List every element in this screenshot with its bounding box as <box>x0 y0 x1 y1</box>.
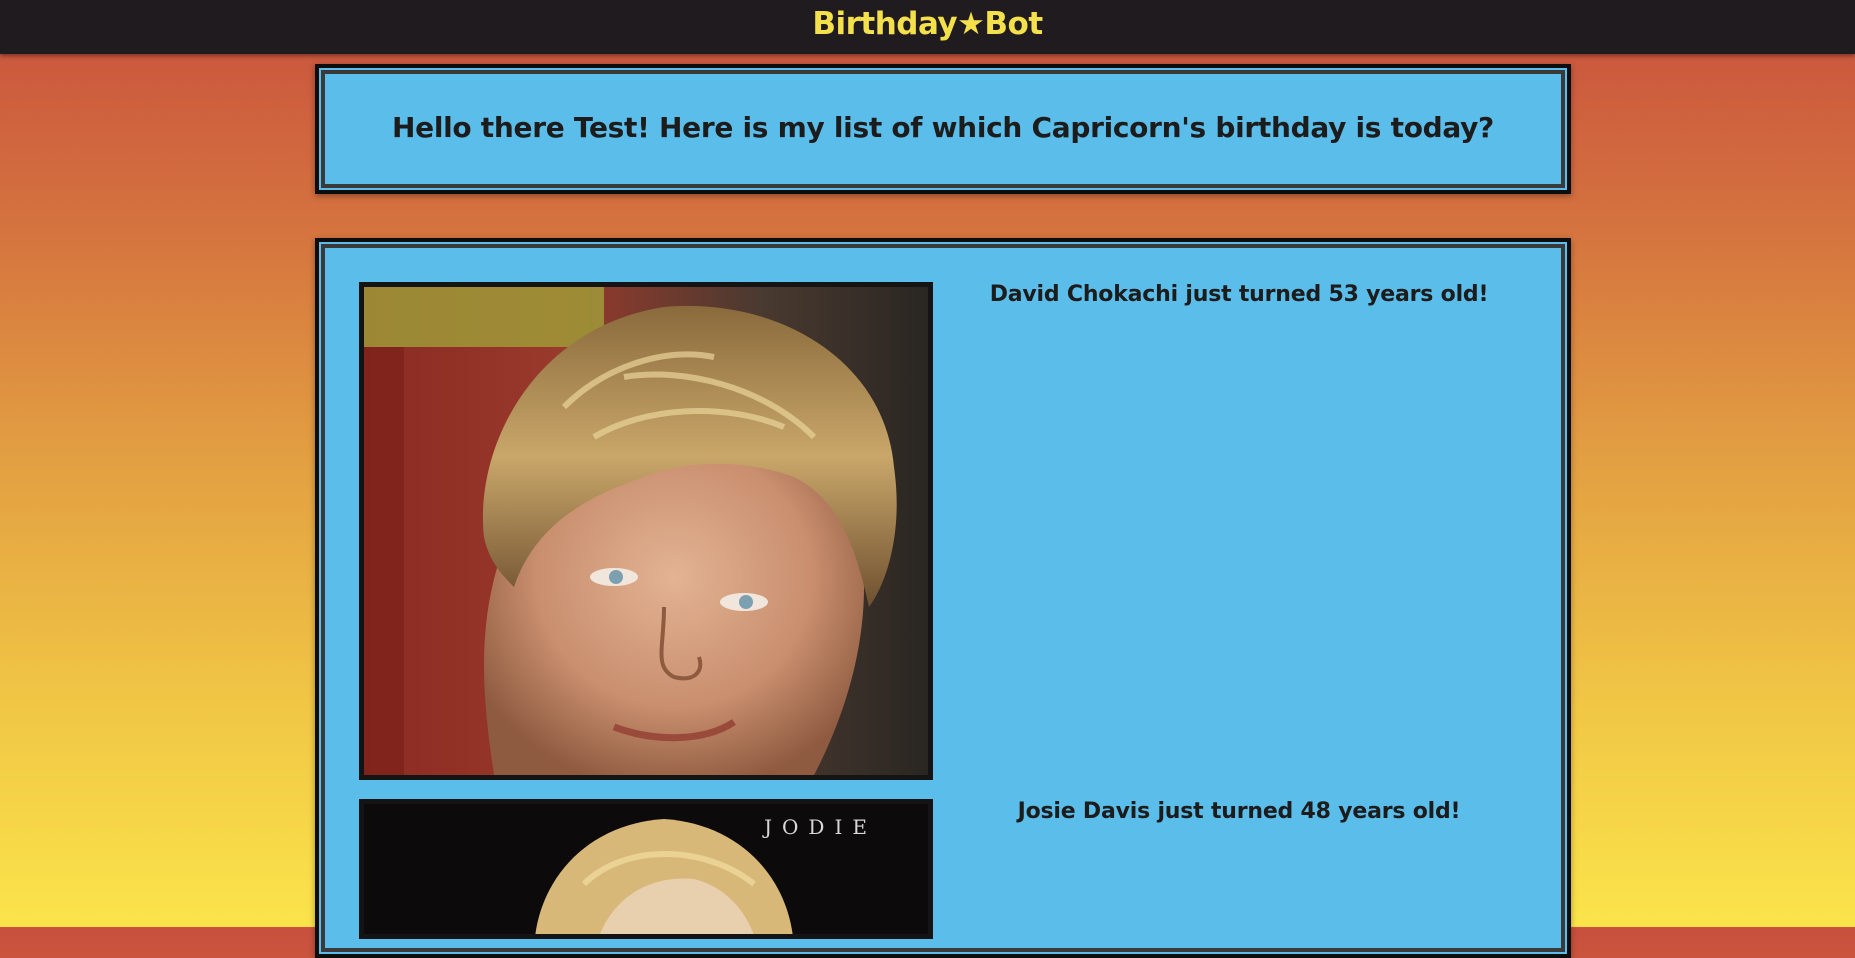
birthday-caption: David Chokachi just turned 53 years old! <box>989 282 1489 307</box>
brand-logo[interactable]: Birthday★Bot <box>812 4 1043 44</box>
birthday-list-card: David Chokachi just turned 53 years old!… <box>315 238 1571 958</box>
greeting-text: Hello there Test! Here is my list of whi… <box>392 111 1494 144</box>
portrait-image <box>364 287 928 775</box>
birthday-caption: Josie Davis just turned 48 years old! <box>1017 799 1461 824</box>
svg-text:JODIE: JODIE <box>762 815 877 839</box>
portrait-image: JODIE <box>364 804 928 934</box>
top-navbar: Birthday★Bot <box>0 0 1855 54</box>
greeting-card: Hello there Test! Here is my list of whi… <box>315 64 1571 194</box>
celebrity-photo: JODIE <box>359 799 933 939</box>
celebrity-photo <box>359 282 933 780</box>
